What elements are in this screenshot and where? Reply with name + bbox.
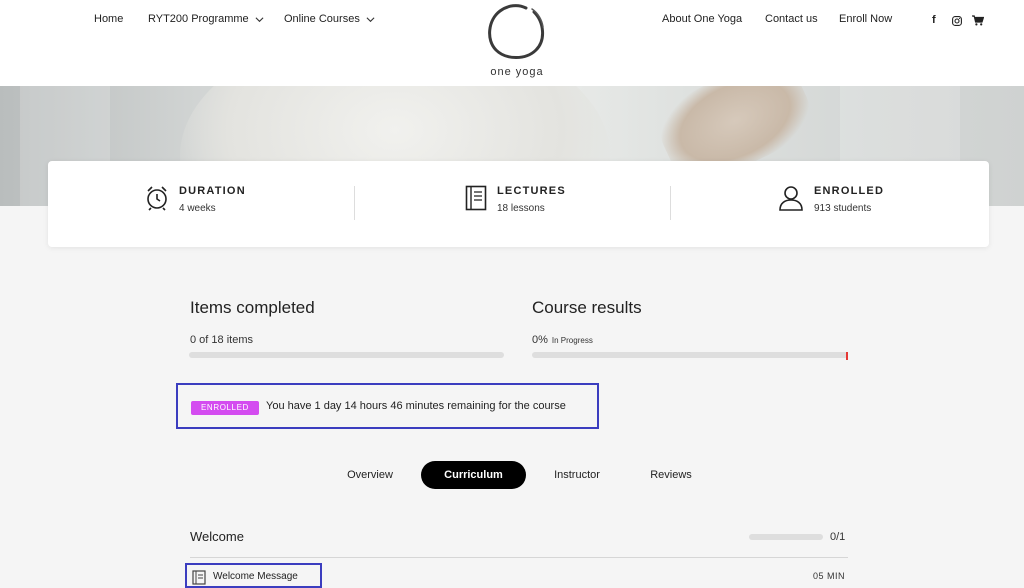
time-remaining-text: You have 1 day 14 hours 46 minutes remai… — [266, 400, 566, 412]
stat-duration: DURATION 4 weeks — [145, 185, 246, 214]
tab-reviews[interactable]: Reviews — [640, 461, 702, 489]
tab-curriculum[interactable]: Curriculum — [421, 461, 526, 489]
nav-home[interactable]: Home — [94, 13, 123, 25]
enso-circle-logo — [488, 4, 544, 59]
nav-enroll[interactable]: Enroll Now — [839, 13, 892, 25]
curriculum-section-title[interactable]: Welcome — [190, 529, 244, 544]
course-results-title: Course results — [532, 298, 642, 317]
enrolled-badge: ENROLLED — [191, 401, 259, 415]
stat-lectures-title: LECTURES — [497, 185, 566, 197]
nav-contact-label: Contact us — [765, 13, 818, 25]
stat-enrolled-value: 913 students — [814, 203, 872, 214]
section-progress-count: 0/1 — [830, 531, 846, 543]
logo-text: one yoga — [490, 66, 544, 78]
nav-enroll-label: Enroll Now — [839, 13, 893, 25]
lesson-duration: 05 MIN — [813, 571, 846, 581]
tab-overview[interactable]: Overview — [335, 461, 405, 489]
book-icon — [465, 185, 487, 211]
items-completed-title: Items completed — [190, 298, 315, 317]
lesson-title: Welcome Message — [213, 571, 298, 582]
alarm-clock-icon — [147, 186, 167, 211]
nav-programme-label: RYT200 Programme — [148, 13, 249, 25]
cart-icon[interactable] — [972, 15, 984, 26]
lesson-book-icon — [192, 570, 206, 585]
site-header: Home RYT200 Programme Online Courses one… — [0, 0, 1024, 86]
course-stats-card: DURATION 4 weeks LECTURES 18 lessons ENR… — [48, 161, 989, 247]
course-results-percent: 0% — [532, 334, 548, 346]
site-logo[interactable]: one yoga — [482, 0, 552, 82]
section-progress-bar — [749, 534, 823, 540]
nav-about[interactable]: About One Yoga — [662, 13, 742, 25]
chevron-down-icon — [366, 16, 375, 22]
facebook-icon[interactable]: f — [932, 14, 936, 26]
stat-enrolled: ENROLLED 913 students — [778, 185, 884, 214]
divider — [670, 186, 671, 220]
stat-lectures: LECTURES 18 lessons — [465, 185, 566, 214]
nav-courses-label: Online Courses — [284, 13, 360, 25]
instagram-icon[interactable] — [952, 16, 962, 26]
stat-duration-value: 4 weeks — [179, 203, 216, 214]
nav-ryt200-programme[interactable]: RYT200 Programme — [148, 13, 264, 25]
user-icon — [779, 186, 803, 211]
stat-duration-title: DURATION — [179, 185, 246, 197]
lesson-item[interactable]: Welcome Message — [185, 563, 322, 588]
nav-online-courses[interactable]: Online Courses — [284, 13, 375, 25]
nav-contact[interactable]: Contact us — [765, 13, 818, 25]
course-results-status: In Progress — [551, 336, 593, 345]
stat-enrolled-title: ENROLLED — [814, 185, 885, 197]
items-completed-count: 0 of 18 items — [190, 334, 253, 346]
course-results-value: 0% In Progress — [532, 334, 593, 346]
course-results-bar — [532, 352, 848, 360]
passing-grade-marker — [846, 352, 848, 360]
nav-about-label: About One Yoga — [662, 13, 743, 25]
tab-instructor[interactable]: Instructor — [544, 461, 610, 489]
chevron-down-icon — [255, 16, 264, 22]
stat-lectures-value: 18 lessons — [497, 203, 545, 214]
enrollment-notice: ENROLLED You have 1 day 14 hours 46 minu… — [176, 383, 599, 429]
divider — [190, 557, 848, 558]
items-progress-bar — [189, 352, 504, 358]
divider — [354, 186, 355, 220]
nav-home-label: Home — [94, 13, 124, 25]
